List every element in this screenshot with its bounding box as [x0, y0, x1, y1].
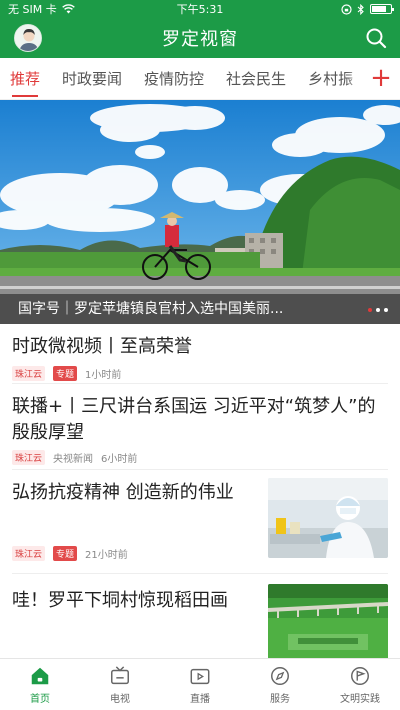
- news-item[interactable]: 哇！罗平下垌村惊现稻田画: [12, 574, 388, 664]
- carousel-dot: [376, 308, 380, 312]
- app-screen: 无 SIM 卡 下午5:31 罗定视窗 推荐 时政要闻 疫情防控 社会民生 乡村…: [0, 0, 400, 710]
- source-tag: 珠江云: [12, 366, 46, 381]
- news-list: 时政微视频丨至高荣誉 珠江云 专题 1小时前 联播+丨三尺讲台系国运 习近平对“…: [0, 324, 400, 664]
- news-title: 时政微视频丨至高荣誉: [12, 336, 192, 357]
- add-channel-button[interactable]: +: [362, 58, 400, 99]
- banner-caption: 国字号｜罗定苹塘镇良官村入选中国美丽...: [0, 294, 400, 324]
- nav-label: 电视: [110, 693, 130, 705]
- app-header: 罗定视窗: [0, 18, 400, 58]
- wifi-icon: [61, 4, 75, 14]
- nav-civilization[interactable]: 文明实践: [320, 659, 400, 710]
- news-item[interactable]: 弘扬抗疫精神 创造新的伟业 珠江云 专题 21小时前: [12, 470, 388, 574]
- news-item[interactable]: 联播+丨三尺讲台系国运 习近平对“筑梦人”的殷殷厚望 珠江云 央视新闻 6小时前: [12, 384, 388, 470]
- tab-recommend[interactable]: 推荐: [10, 58, 40, 99]
- lab-worker-image: [268, 478, 388, 558]
- rice-field-image: [268, 584, 388, 664]
- tab-society[interactable]: 社会民生: [226, 58, 286, 99]
- carousel-dot-active: [368, 308, 372, 312]
- source-tag: 珠江云: [12, 450, 46, 465]
- news-title: 弘扬抗疫精神 创造新的伟业: [12, 482, 234, 503]
- topic-badge: 专题: [53, 366, 78, 381]
- carousel-indicator: [368, 308, 388, 312]
- tv-icon: [111, 665, 129, 684]
- news-thumbnail: [268, 478, 388, 558]
- news-thumbnail: [268, 584, 388, 664]
- carrier-label: 无 SIM 卡: [8, 3, 57, 16]
- bottom-nav: 首页 电视 直播 服务 文明实践: [0, 658, 400, 710]
- home-icon: [31, 667, 49, 684]
- flag-icon: [351, 666, 369, 685]
- source-tag: 珠江云: [12, 546, 46, 561]
- live-icon: [190, 668, 210, 684]
- rotation-lock-icon: [341, 3, 352, 15]
- nav-label: 文明实践: [340, 693, 380, 705]
- search-icon[interactable]: [364, 26, 388, 50]
- news-title: 哇！罗平下垌村惊现稻田画: [12, 590, 228, 611]
- status-bar: 无 SIM 卡 下午5:31: [0, 0, 400, 18]
- user-avatar-icon: [15, 25, 41, 51]
- news-time: 6小时前: [101, 454, 138, 465]
- nav-label: 服务: [270, 693, 290, 705]
- news-publisher: 央视新闻: [53, 454, 94, 465]
- tab-politics[interactable]: 时政要闻: [62, 58, 122, 99]
- nav-label: 首页: [30, 693, 50, 705]
- channel-tabs: 推荐 时政要闻 疫情防控 社会民生 乡村振 +: [0, 58, 400, 100]
- bluetooth-icon: [357, 3, 364, 15]
- avatar[interactable]: [14, 24, 42, 52]
- top-bar: 无 SIM 卡 下午5:31 罗定视窗: [0, 0, 400, 58]
- compass-icon: [271, 666, 289, 685]
- nav-live[interactable]: 直播: [160, 659, 240, 710]
- page-title: 罗定视窗: [162, 29, 238, 50]
- news-item[interactable]: 时政微视频丨至高荣誉 珠江云 专题 1小时前: [12, 324, 388, 384]
- nav-tv[interactable]: 电视: [80, 659, 160, 710]
- nav-service[interactable]: 服务: [240, 659, 320, 710]
- carousel-dot: [384, 308, 388, 312]
- news-title: 联播+丨三尺讲台系国运 习近平对“筑梦人”的殷殷厚望: [12, 396, 376, 443]
- nav-home[interactable]: 首页: [0, 659, 80, 710]
- tab-rural[interactable]: 乡村振: [308, 58, 353, 99]
- banner-carousel[interactable]: 国字号｜罗定苹塘镇良官村入选中国美丽...: [0, 100, 400, 324]
- nav-label: 直播: [190, 693, 210, 705]
- news-time: 1小时前: [85, 370, 122, 381]
- battery-icon: [370, 4, 394, 14]
- banner-image: [0, 100, 400, 324]
- tab-epidemic[interactable]: 疫情防控: [144, 58, 204, 99]
- news-time: 21小时前: [85, 550, 128, 561]
- topic-badge: 专题: [53, 546, 78, 561]
